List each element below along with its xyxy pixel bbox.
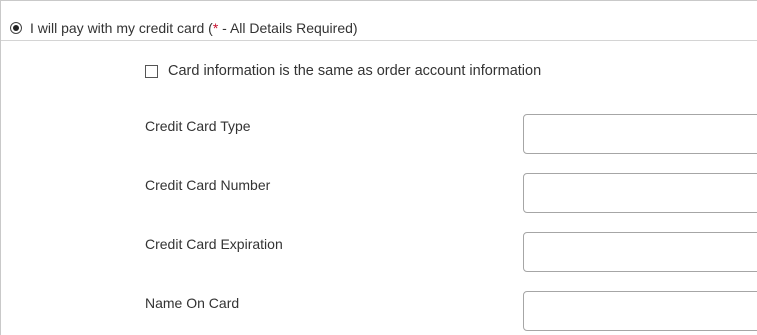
panel-border-left bbox=[0, 0, 1, 335]
credit-card-number-label: Credit Card Number bbox=[145, 177, 271, 193]
same-as-account-checkbox[interactable] bbox=[145, 64, 158, 78]
same-as-account-label: Card information is the same as order ac… bbox=[168, 63, 542, 79]
radio-selected-dot bbox=[13, 25, 19, 31]
credit-card-expiration-label: Credit Card Expiration bbox=[145, 236, 283, 252]
credit-card-type-label: Credit Card Type bbox=[145, 118, 251, 134]
section-divider bbox=[1, 40, 757, 41]
name-on-card-label: Name On Card bbox=[145, 295, 240, 311]
name-on-card-field[interactable] bbox=[523, 291, 757, 331]
pay-label-prefix: I will pay with my credit card ( bbox=[30, 20, 213, 36]
pay-by-credit-card-label: I will pay with my credit card (* - All … bbox=[30, 20, 358, 36]
pay-by-credit-card-option[interactable]: I will pay with my credit card (* - All … bbox=[10, 19, 358, 37]
credit-card-payment-panel: I will pay with my credit card (* - All … bbox=[0, 0, 757, 335]
credit-card-expiration-field[interactable] bbox=[523, 232, 757, 272]
panel-border-top bbox=[0, 0, 757, 1]
same-as-account-option[interactable]: Card information is the same as order ac… bbox=[145, 62, 541, 80]
pay-label-suffix: - All Details Required) bbox=[218, 20, 358, 36]
pay-by-credit-card-radio[interactable] bbox=[10, 22, 22, 34]
credit-card-number-field[interactable] bbox=[523, 173, 757, 213]
credit-card-type-field[interactable] bbox=[523, 114, 757, 154]
